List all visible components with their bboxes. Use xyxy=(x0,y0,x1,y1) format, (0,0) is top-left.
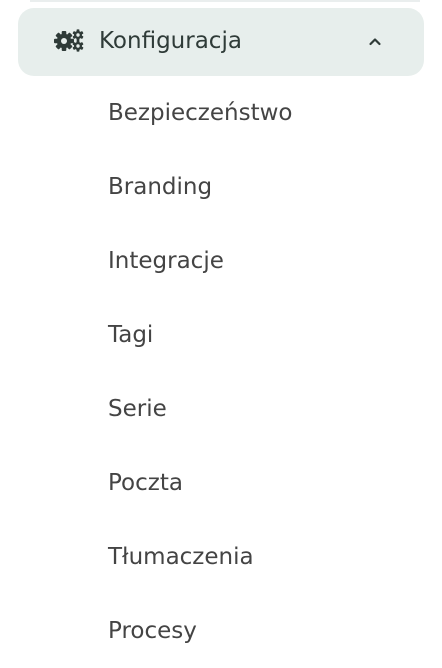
sidebar-item-label: Tłumaczenia xyxy=(108,544,254,570)
sidebar-item-label: Integracje xyxy=(108,248,224,274)
sidebar-item-label: Procesy xyxy=(108,618,197,644)
gears-icon xyxy=(53,28,85,52)
chevron-up-icon[interactable] xyxy=(363,32,387,50)
sidebar-item-integracje[interactable]: Integracje xyxy=(0,224,442,298)
sidebar-item-branding[interactable]: Branding xyxy=(0,150,442,224)
sidebar-item-tagi[interactable]: Tagi xyxy=(0,298,442,372)
top-divider xyxy=(30,0,420,2)
sidebar-item-serie[interactable]: Serie xyxy=(0,372,442,446)
sidebar-item-label: Poczta xyxy=(108,470,183,496)
sidebar-submenu: Bezpieczeństwo Branding Integracje Tagi … xyxy=(0,76,442,668)
sidebar-item-label: Branding xyxy=(108,174,213,200)
sidebar-item-label: Tagi xyxy=(108,322,154,348)
sidebar-group-konfiguracja[interactable]: Konfiguracja xyxy=(18,8,424,76)
sidebar-item-poczta[interactable]: Poczta xyxy=(0,446,442,520)
sidebar-item-label: Bezpieczeństwo xyxy=(108,100,293,126)
sidebar-item-label: Serie xyxy=(108,396,167,422)
sidebar-item-tlumaczenia[interactable]: Tłumaczenia xyxy=(0,520,442,594)
sidebar-group-label: Konfiguracja xyxy=(99,28,242,54)
sidebar-item-procesy[interactable]: Procesy xyxy=(0,594,442,668)
sidebar-item-bezpieczenstwo[interactable]: Bezpieczeństwo xyxy=(0,76,442,150)
